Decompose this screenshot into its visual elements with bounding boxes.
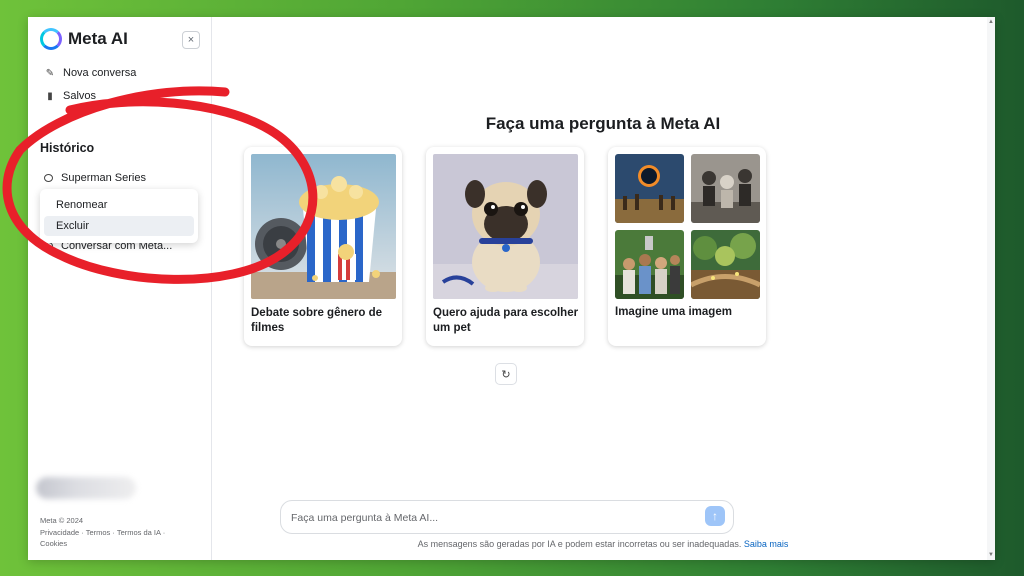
suggestion-card-movies[interactable]: Debate sobre gênero de filmes <box>244 147 402 346</box>
eclipse-image <box>615 154 684 223</box>
refresh-suggestions-button[interactable]: ↻ <box>495 363 517 385</box>
bookmark-icon: ▮ <box>47 90 53 102</box>
suggestion-card-imagine[interactable]: Imagine uma imagem <box>608 147 766 346</box>
prompt-input[interactable] <box>289 507 693 529</box>
page-title: Faça uma pergunta à Meta AI <box>485 114 721 133</box>
popcorn-image <box>251 154 396 299</box>
chat-bubble-icon <box>44 174 53 182</box>
app-name: Meta AI <box>68 29 128 48</box>
family-photo-image <box>691 154 760 223</box>
send-button[interactable]: ↑ <box>705 506 725 526</box>
saved-label: Salvos <box>63 90 97 102</box>
chat-bubble-icon <box>44 242 53 250</box>
context-menu: Renomear Excluir <box>40 189 198 243</box>
close-sidebar-button[interactable]: × <box>182 31 200 49</box>
delete-menu-item[interactable]: Excluir <box>44 216 194 236</box>
footer-cookies-link[interactable]: Cookies <box>40 539 67 548</box>
new-conversation-label: Nova conversa <box>63 67 137 79</box>
rename-menu-item[interactable]: Renomear <box>44 195 194 215</box>
logo[interactable]: Meta AI <box>40 28 128 50</box>
prompt-input-container: ↑ <box>280 500 734 534</box>
history-item-label: Superman Series <box>61 172 146 184</box>
fantasy-forest-image <box>691 230 760 299</box>
card-caption: Quero ajuda para escolher um pet <box>433 307 579 334</box>
sidebar: Meta AI × ✎ Nova conversa ▮ Salvos Histó… <box>28 17 212 560</box>
footer-copyright: Meta © 2024 <box>40 516 84 525</box>
scrollbar[interactable]: ▲ ▼ <box>987 17 995 560</box>
history-item-superman-series[interactable]: Superman Series <box>44 172 146 184</box>
celebration-image <box>615 230 684 299</box>
suggestion-card-pet[interactable]: Quero ajuda para escolher um pet <box>426 147 584 346</box>
card-caption: Debate sobre gênero de filmes <box>251 307 383 334</box>
edit-icon: ✎ <box>45 67 55 79</box>
scroll-up-icon[interactable]: ▲ <box>987 17 995 27</box>
disclaimer-text: As mensagens são geradas por IA e podem … <box>417 539 742 549</box>
history-title: Histórico <box>40 141 95 155</box>
app-window: Meta AI × ✎ Nova conversa ▮ Salvos Histó… <box>28 17 995 560</box>
saved-button[interactable]: ▮ Salvos <box>44 90 96 102</box>
user-profile-blurred[interactable] <box>36 477 136 499</box>
image-grid <box>615 154 760 299</box>
learn-more-link[interactable]: Saiba mais <box>744 539 789 549</box>
pug-image <box>433 154 578 299</box>
footer-links[interactable]: Privacidade · Termos · Termos da IA · <box>40 528 165 537</box>
disclaimer: As mensagens são geradas por IA e podem … <box>211 539 995 549</box>
scroll-down-icon[interactable]: ▼ <box>987 550 995 560</box>
new-conversation-button[interactable]: ✎ Nova conversa <box>44 67 137 79</box>
card-caption: Imagine uma imagem <box>615 306 732 318</box>
meta-ai-logo-icon <box>40 28 62 50</box>
